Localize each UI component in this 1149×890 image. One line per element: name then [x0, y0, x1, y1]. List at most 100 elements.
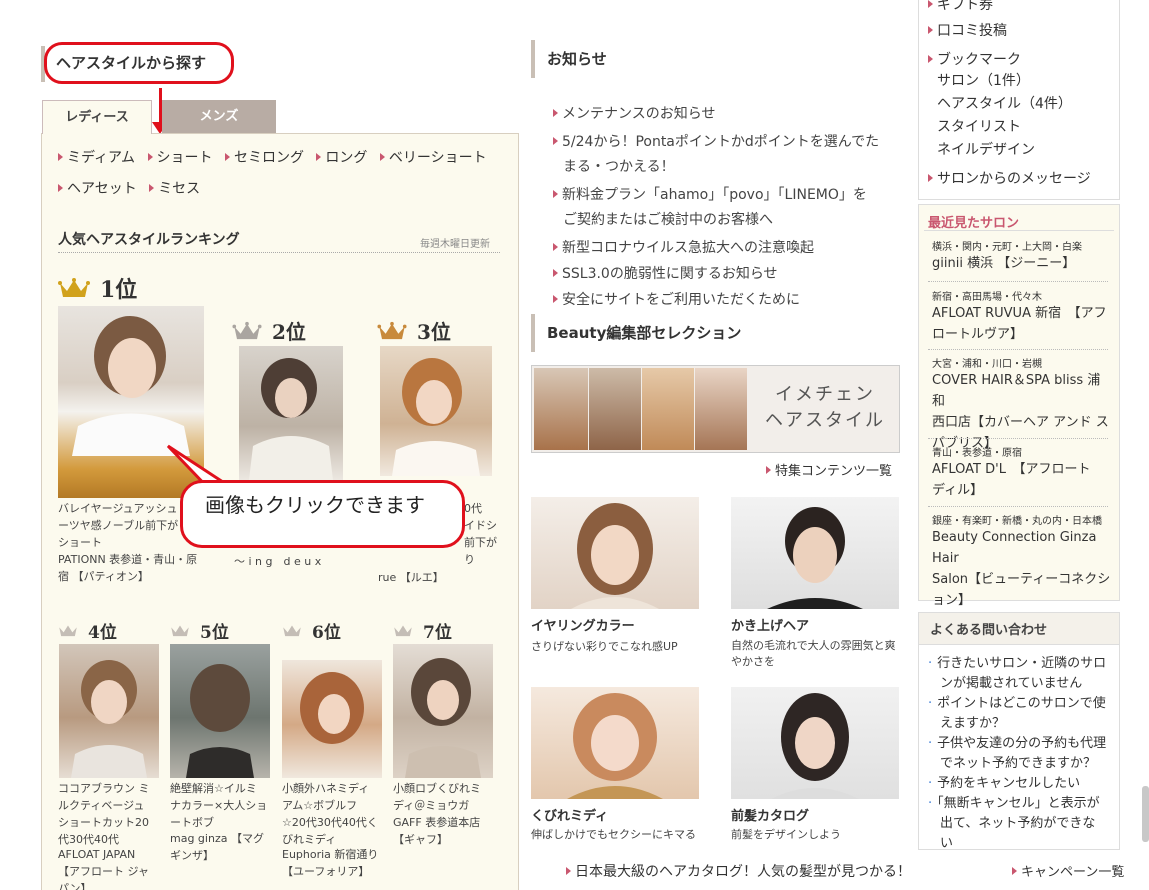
news-item[interactable]: メンテナンスのお知らせ: [553, 102, 883, 127]
tab-mens[interactable]: メンズ: [162, 100, 276, 134]
hair-catalog-link[interactable]: 日本最大級のヘアカタログ！人気の髪型が見つかる！: [566, 861, 911, 881]
category-semilong[interactable]: セミロング: [224, 143, 304, 174]
news-accent-bar: [531, 40, 535, 78]
faq-list: · 行きたいサロン・近隣のサロ ンが掲載されていません · ポイントはどこのサロンで…: [928, 654, 1108, 854]
category-links: ミディアム ショート セミロング ロング ベリーショート ヘアセット ミセス: [58, 143, 508, 205]
rank-1-salon[interactable]: PATIONN 表参道・青山・原 宿 【パティオン】: [58, 551, 208, 585]
tab-ladies[interactable]: レディース: [42, 100, 152, 134]
rank-7-photo[interactable]: [393, 644, 493, 778]
rank-4-salon[interactable]: AFLOAT JAPAN 【アフロート ジャ パン】: [58, 846, 164, 890]
divider: [928, 281, 1108, 282]
news-title: お知らせ: [547, 50, 607, 68]
rank-1-label: 1位: [58, 272, 137, 304]
rank-6-salon[interactable]: Euphoria 新宿通り 【ユーフォリア】: [282, 846, 388, 880]
banner-photo: [642, 368, 694, 450]
recent-salon-1[interactable]: 横浜・関内・元町・上大岡・白楽 giinii 横浜 【ジーニー】: [932, 238, 1112, 274]
rank-4-caption[interactable]: ココアブラウン ミ ルクティベージュ ショートカット20 代30代40代: [58, 780, 164, 848]
feature-1-sub: さりげない彩りでこなれ感UP: [531, 640, 678, 653]
news-item[interactable]: 安全にサイトをご利用いただくために: [553, 288, 883, 313]
crown-icon: [394, 625, 412, 637]
rank-4-label: 4位: [58, 618, 117, 643]
image-change-banner[interactable]: イメチェン ヘアスタイル: [531, 365, 900, 453]
category-hair-set[interactable]: ヘアセット: [58, 174, 137, 205]
silver-crown-icon: [232, 321, 262, 339]
category-mrs[interactable]: ミセス: [149, 174, 200, 205]
feature-3-title[interactable]: くびれミディ: [531, 805, 608, 824]
rank-2-label: 2位: [232, 316, 306, 345]
bookmark-nail-link[interactable]: ネイルデザイン: [937, 139, 1035, 162]
ranking-title: 人気ヘアスタイルランキング: [58, 232, 240, 248]
rank-6-caption[interactable]: 小顔外ハネミディ アム☆ボブルフ ☆20代30代40代く びれミディ: [282, 780, 388, 848]
ranking-divider: [58, 252, 500, 253]
divider: [928, 506, 1108, 507]
faq-item[interactable]: · 「無断キャンセル」と表示が 出て、ネット予約ができない: [928, 794, 1108, 854]
feature-2-title[interactable]: かき上げヘア: [731, 615, 809, 634]
news-item[interactable]: 5/24から！Pontaポイントかdポイントを選んでた まる・つかえる！: [553, 130, 883, 180]
feature-1-photo[interactable]: [531, 497, 699, 609]
recent-salons-title: 最近見たサロン: [928, 216, 1020, 231]
faq-item[interactable]: · ポイントはどこのサロンで使 えますか？: [928, 694, 1108, 734]
recent-salon-4[interactable]: 青山・表参道・原宿 AFLOAT D'L 【アフロート ディル】: [932, 444, 1112, 501]
campaign-list-link[interactable]: キャンペーン一覧: [1012, 861, 1124, 880]
ranking-update-note: 毎週木曜日更新: [420, 239, 490, 250]
bookmark-link[interactable]: ブックマーク: [928, 49, 1021, 72]
category-very-short[interactable]: ベリーショート: [379, 143, 487, 174]
news-item[interactable]: 新型コロナウイルス急拡大への注意喚起: [553, 236, 883, 261]
salon-message-link[interactable]: サロンからのメッセージ: [928, 168, 1091, 191]
gift-card-link[interactable]: ギフト券: [928, 0, 993, 17]
callout-bubble: 画像もクリックできます: [180, 480, 465, 548]
recent-salon-5[interactable]: 銀座・有楽町・新橋・丸の内・日本橋 Beauty Connection Ginz…: [932, 512, 1114, 611]
feature-1-title[interactable]: イヤリングカラー: [531, 615, 635, 634]
rank-6-photo[interactable]: [282, 660, 382, 778]
feature-contents-link[interactable]: 特集コンテンツ一覧: [766, 460, 892, 479]
divider: [924, 230, 1114, 231]
rank-2-salon[interactable]: ～ i n g d e u x: [234, 553, 364, 570]
bookmark-hairstyle-link[interactable]: ヘアスタイル（4件）: [937, 93, 1072, 116]
news-item[interactable]: 新料金プラン「ahamo」「povo」「LINEMO」を ご契約またはご検討中の…: [553, 183, 883, 233]
recent-salon-3[interactable]: 大宮・浦和・川口・岩槻 COVER HAIR＆SPA bliss 浦和 西口店【…: [932, 355, 1112, 454]
feature-4-sub: 前髪をデザインしよう: [731, 828, 841, 841]
bookmark-salon-link[interactable]: サロン（1件）: [937, 70, 1030, 93]
review-post-link[interactable]: 口コミ投稿: [928, 20, 1007, 43]
feature-2-photo[interactable]: [731, 497, 899, 609]
rank-3-salon[interactable]: rue 【ルエ】: [378, 569, 498, 586]
beauty-accent-bar: [531, 314, 535, 352]
rank-1-caption[interactable]: バレイヤージュアッシュ ーツヤ感ノーブル前下が ショート: [58, 500, 182, 551]
category-short[interactable]: ショート: [147, 143, 213, 174]
banner-photo: [534, 368, 588, 450]
feature-4-title[interactable]: 前髪カタログ: [731, 805, 809, 824]
beauty-section-title: Beauty編集部セレクション: [547, 324, 742, 342]
scrollbar-thumb[interactable]: [1142, 786, 1149, 842]
recent-salon-2[interactable]: 新宿・高田馬場・代々木 AFLOAT RUVUA 新宿 【アフ ロートルヴア】: [932, 288, 1112, 345]
rank-3-caption[interactable]: 0代 イドシ 前下が り: [464, 500, 504, 568]
feature-3-sub: 伸ばしかけでもセクシーにキマる: [531, 828, 696, 841]
category-long[interactable]: ロング: [316, 143, 367, 174]
rank-4-photo[interactable]: [59, 644, 159, 778]
crown-icon: [283, 625, 301, 637]
news-item[interactable]: SSL3.0の脆弱性に関するお知らせ: [553, 262, 883, 287]
rank-3-photo[interactable]: [380, 346, 492, 476]
divider: [928, 438, 1108, 439]
rank-3-label: 3位: [377, 316, 451, 345]
category-medium[interactable]: ミディアム: [58, 143, 135, 174]
faq-item[interactable]: · 予約をキャンセルしたい: [928, 774, 1108, 794]
rank-5-caption[interactable]: 絶壁解消☆イルミ ナカラー×大人ショ ートボブ: [170, 780, 276, 831]
rank-2-photo[interactable]: [239, 346, 343, 480]
faq-item[interactable]: · 子供や友達の分の予約も代理 でネット予約できますか？: [928, 734, 1108, 774]
banner-photo: [695, 368, 747, 450]
crown-icon: [171, 625, 189, 637]
banner-photo: [589, 368, 641, 450]
rank-5-photo[interactable]: [170, 644, 270, 778]
rank-7-salon[interactable]: GAFF 表参道本店 【ギャフ】: [393, 814, 499, 848]
rank-7-label: 7位: [393, 618, 452, 643]
feature-4-photo[interactable]: [731, 687, 899, 799]
feature-3-photo[interactable]: [531, 687, 699, 799]
faq-item[interactable]: · 行きたいサロン・近隣のサロ ンが掲載されていません: [928, 654, 1108, 694]
bookmark-stylist-link[interactable]: スタイリスト: [937, 116, 1021, 139]
bronze-crown-icon: [377, 321, 407, 339]
divider: [928, 349, 1108, 350]
rank-7-caption[interactable]: 小顔ロブくびれミ ディ＠ミョウガ: [393, 780, 499, 814]
rank-5-salon[interactable]: mag ginza 【マグ ギンザ】: [170, 830, 276, 864]
rank-5-label: 5位: [170, 618, 229, 643]
news-list: メンテナンスのお知らせ 5/24から！Pontaポイントかdポイントを選んでた …: [553, 102, 883, 313]
